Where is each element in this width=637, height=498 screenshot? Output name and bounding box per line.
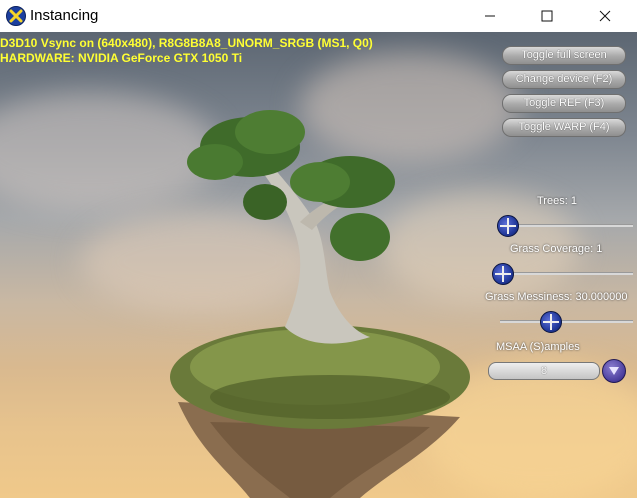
render-viewport[interactable]: D3D10 Vsync on (640x480), R8G8B8A8_UNORM… [0,32,637,498]
grass-coverage-slider-thumb[interactable] [492,263,514,285]
trees-slider-track[interactable] [507,224,633,227]
tree-foliage [243,184,287,220]
msaa-samples-select[interactable]: 8 [488,362,600,380]
msaa-dropdown-button[interactable] [602,359,626,383]
title-bar[interactable]: Instancing [0,0,637,32]
hud-hardware-info: HARDWARE: NVIDIA GeForce GTX 1050 Ti [0,51,243,65]
trees-slider-thumb[interactable] [497,215,519,237]
change-device-button[interactable]: Change device (F2) [502,70,626,89]
grass-coverage-label: Grass Coverage: 1 [510,243,603,255]
toggle-warp-button[interactable]: Toggle WARP (F4) [502,118,626,137]
directx-app-icon [6,6,26,26]
grass-messiness-slider-thumb[interactable] [540,311,562,333]
grass-messiness-label: Grass Messiness: 30.000000 [485,291,628,303]
window-title: Instancing [30,7,99,24]
maximize-icon [541,10,553,22]
close-icon [599,10,611,22]
tree-foliage [330,213,390,261]
grass-messiness-slider-track[interactable] [500,320,633,323]
tree-foliage [187,144,243,180]
grass-coverage-slider-track[interactable] [502,272,633,275]
minimize-icon [485,15,495,17]
trees-label: Trees: 1 [537,195,577,207]
minimize-button[interactable] [467,0,513,32]
hud-device-info: D3D10 Vsync on (640x480), R8G8B8A8_UNORM… [0,36,373,50]
tree-foliage [235,110,305,154]
close-button[interactable] [582,0,628,32]
island-grass-dark [210,375,450,419]
toggle-ref-button[interactable]: Toggle REF (F3) [502,94,626,113]
tree-foliage [290,162,350,202]
toggle-full-screen-button[interactable]: Toggle full screen [502,46,626,65]
maximize-button[interactable] [524,0,570,32]
chevron-down-icon [609,367,619,375]
msaa-samples-label: MSAA (S)amples [496,341,580,353]
